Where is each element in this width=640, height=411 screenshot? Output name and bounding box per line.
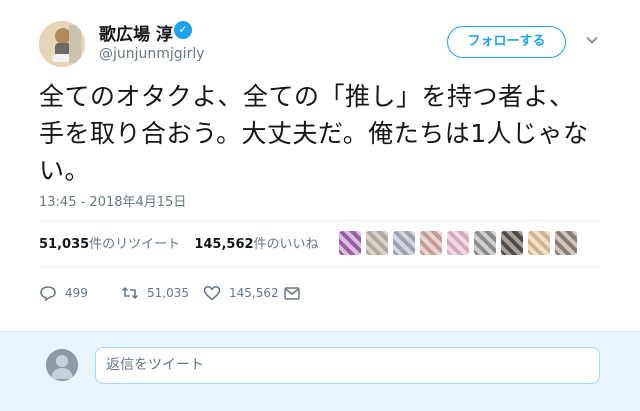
reply-count: 499: [65, 286, 88, 300]
retweet-action[interactable]: 51,035: [121, 282, 189, 304]
like-stat-count: 145,562: [194, 237, 254, 252]
tweet-stats: 51,035件のリツイート 145,562件のいいね: [39, 233, 329, 252]
follow-button[interactable]: フォローする: [447, 26, 566, 58]
divider: [39, 220, 601, 221]
retweet-count: 51,035: [147, 286, 189, 300]
liker-avatar[interactable]: [420, 231, 442, 255]
retweet-stat[interactable]: 51,035件のリツイート: [39, 233, 180, 252]
reply-input[interactable]: 返信をツイート: [95, 347, 600, 384]
liker-avatar[interactable]: [447, 231, 469, 255]
reply-icon: [40, 286, 56, 302]
heart-icon: [203, 286, 221, 301]
retweet-icon: [121, 286, 139, 300]
retweet-stat-count: 51,035: [39, 237, 90, 252]
tweet-header: 歌広場 淳 ✓ @junjunmjgirly フォローする: [0, 0, 640, 80]
reply-bar: 返信をツイート: [0, 331, 640, 411]
reply-action[interactable]: 499: [39, 282, 88, 304]
liker-avatar[interactable]: [501, 231, 523, 255]
divider: [39, 267, 601, 268]
tweet-timestamp[interactable]: 13:45 - 2018年4月15日: [39, 191, 186, 210]
liker-avatar[interactable]: [393, 231, 415, 255]
verified-badge-icon: ✓: [174, 21, 192, 39]
like-stat[interactable]: 145,562件のいいね: [194, 233, 318, 252]
user-handle[interactable]: @junjunmjgirly: [99, 46, 205, 62]
liker-avatar[interactable]: [339, 231, 361, 255]
retweet-stat-label: 件のリツイート: [89, 237, 181, 252]
current-user-avatar: [46, 349, 78, 381]
liker-avatar[interactable]: [474, 231, 496, 255]
user-avatar[interactable]: [39, 21, 85, 67]
liker-avatar[interactable]: [555, 231, 577, 255]
display-name[interactable]: 歌広場 淳: [99, 20, 173, 45]
like-count: 145,562: [229, 286, 279, 300]
chevron-down-icon[interactable]: [584, 32, 600, 48]
like-action[interactable]: 145,562: [203, 282, 279, 304]
like-stat-label: 件のいいね: [253, 237, 319, 252]
dm-action[interactable]: [283, 282, 301, 304]
tweet-text: 全てのオタクよ、全ての「推し」を持つ者よ、手を取り合おう。大丈夫だ。俺たちは1人…: [39, 82, 589, 185]
liker-avatar[interactable]: [366, 231, 388, 255]
liker-avatar[interactable]: [528, 231, 550, 255]
mail-icon: [284, 287, 300, 300]
